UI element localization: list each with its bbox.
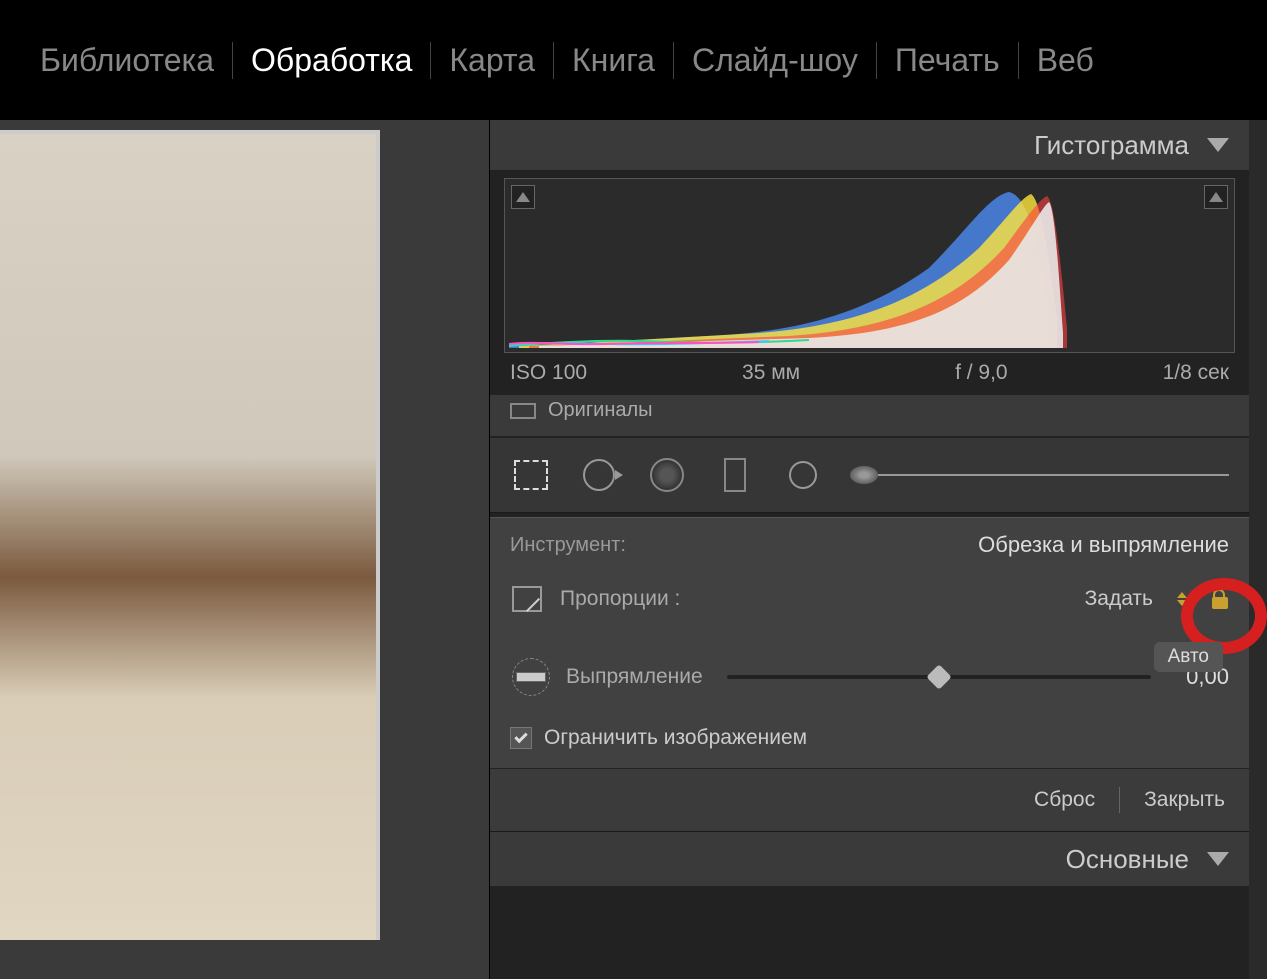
tab-map[interactable]: Карта bbox=[431, 42, 554, 79]
tab-develop[interactable]: Обработка bbox=[233, 42, 431, 79]
reset-button[interactable]: Сброс bbox=[1034, 788, 1095, 812]
exif-iso: ISO 100 bbox=[510, 361, 587, 385]
originals-row[interactable]: Оригиналы bbox=[490, 395, 1249, 437]
crop-footer: Сброс Закрыть bbox=[490, 769, 1249, 832]
level-icon[interactable] bbox=[510, 656, 552, 698]
constrain-checkbox[interactable] bbox=[510, 727, 532, 749]
divider bbox=[1119, 787, 1120, 813]
straighten-row: Выпрямление 0,00 bbox=[510, 656, 1229, 698]
radial-tool[interactable] bbox=[782, 454, 824, 496]
histogram-title: Гистограмма bbox=[1034, 130, 1189, 161]
aspect-dropdown[interactable]: Задать bbox=[1085, 587, 1153, 611]
exif-aperture: f / 9,0 bbox=[955, 361, 1008, 385]
instrument-label: Инструмент: bbox=[510, 534, 626, 557]
rectangle-icon bbox=[724, 458, 746, 492]
tab-library[interactable]: Библиотека bbox=[40, 42, 233, 79]
aspect-stepper-icon[interactable] bbox=[1177, 592, 1187, 606]
lock-icon[interactable] bbox=[1211, 589, 1229, 609]
tab-web[interactable]: Веб bbox=[1019, 42, 1112, 79]
image-preview[interactable] bbox=[0, 120, 490, 979]
constrain-label: Ограничить изображением bbox=[544, 726, 807, 750]
chevron-down-icon bbox=[1207, 852, 1229, 866]
histogram[interactable] bbox=[504, 178, 1235, 353]
circle-icon bbox=[583, 459, 615, 491]
radial-icon bbox=[789, 461, 817, 489]
crop-frame[interactable] bbox=[0, 130, 380, 940]
panel-scrollbar[interactable] bbox=[1249, 120, 1267, 979]
instrument-name: Обрезка и выпрямление bbox=[978, 532, 1229, 558]
histogram-chart bbox=[509, 188, 1109, 348]
aspect-icon[interactable] bbox=[510, 582, 546, 616]
auto-button[interactable]: Авто bbox=[1154, 642, 1223, 672]
straighten-slider[interactable] bbox=[727, 665, 1151, 689]
originals-icon bbox=[510, 403, 536, 419]
graduated-tool[interactable] bbox=[714, 454, 756, 496]
originals-label: Оригиналы bbox=[548, 399, 653, 422]
exif-row: ISO 100 35 мм f / 9,0 1/8 сек bbox=[490, 353, 1249, 395]
crop-panel: Инструмент: Обрезка и выпрямление Пропор… bbox=[490, 517, 1249, 769]
straighten-label: Выпрямление bbox=[566, 665, 703, 689]
aspect-row: Пропорции : Задать bbox=[510, 582, 1229, 616]
aspect-label: Пропорции : bbox=[560, 587, 680, 611]
module-tabs: Библиотека Обработка Карта Книга Слайд-ш… bbox=[0, 0, 1267, 120]
histogram-panel-header[interactable]: Гистограмма bbox=[490, 120, 1249, 170]
brush-tool[interactable] bbox=[850, 466, 1229, 484]
close-button[interactable]: Закрыть bbox=[1144, 788, 1225, 812]
tab-slideshow[interactable]: Слайд-шоу bbox=[674, 42, 877, 79]
brush-slider-track bbox=[878, 474, 1229, 476]
exif-focal: 35 мм bbox=[742, 361, 800, 385]
basic-panel-header[interactable]: Основные bbox=[490, 832, 1249, 886]
tab-book[interactable]: Книга bbox=[554, 42, 674, 79]
eye-icon bbox=[650, 458, 684, 492]
crop-tool[interactable] bbox=[510, 454, 552, 496]
checkmark-icon bbox=[514, 730, 527, 743]
tab-print[interactable]: Печать bbox=[877, 42, 1019, 79]
constrain-row: Ограничить изображением bbox=[510, 726, 1229, 750]
chevron-down-icon bbox=[1207, 138, 1229, 152]
basic-title: Основные bbox=[1066, 844, 1189, 875]
tool-strip bbox=[490, 437, 1249, 513]
redeye-tool[interactable] bbox=[646, 454, 688, 496]
crop-icon bbox=[514, 460, 548, 490]
spot-tool[interactable] bbox=[578, 454, 620, 496]
exif-shutter: 1/8 сек bbox=[1163, 361, 1229, 385]
brush-icon bbox=[850, 466, 878, 484]
highlight-clipping-icon[interactable] bbox=[1204, 185, 1228, 209]
